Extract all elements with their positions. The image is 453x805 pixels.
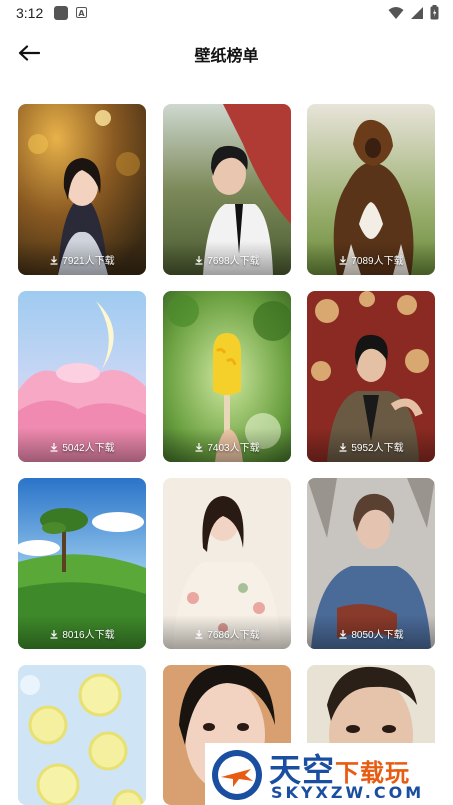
download-count: 8016人下载 [18,626,146,641]
download-icon [50,442,58,452]
download-icon [50,629,58,639]
wifi-icon [388,6,404,19]
wallpaper-thumbnail [18,665,146,805]
download-count-text: 8050人下载 [351,630,404,641]
download-count-text: 7089人下载 [351,256,404,267]
download-icon [195,629,203,639]
wallpaper-card[interactable]: 7089人下载 [307,104,435,275]
wallpaper-card[interactable]: 8016人下载 [18,478,146,649]
download-count: 7686人下载 [163,626,291,641]
download-count-text: 5042人下载 [62,443,115,454]
download-icon [339,255,347,265]
site-watermark: 天空下载玩 SKYXZW.COM [205,743,453,805]
download-count: 7921人下载 [18,252,146,267]
download-count-text: 7403人下载 [207,443,260,454]
download-icon [339,442,347,452]
download-icon [50,255,58,265]
download-count-text: 7686人下载 [207,630,260,641]
watermark-site: SKYXZW.COM [271,783,425,802]
download-icon [195,255,203,265]
download-count: 5042人下载 [18,439,146,454]
wallpaper-card[interactable]: 7686人下载 [163,478,291,649]
wallpaper-card[interactable]: 7698人下载 [163,104,291,275]
app-notification-icon [54,6,68,20]
download-count-text: 5952人下载 [351,443,404,454]
signal-icon [411,6,423,19]
battery-icon [430,5,439,20]
wallpaper-card[interactable]: 8050人下载 [307,478,435,649]
download-icon [195,442,203,452]
notification-a-icon: A [76,7,87,18]
wallpaper-card[interactable] [18,665,146,805]
download-count: 7089人下载 [307,252,435,267]
download-count: 5952人下载 [307,439,435,454]
download-icon [339,629,347,639]
wallpaper-card[interactable]: 5952人下载 [307,291,435,462]
app-bar: 壁纸榜单 [0,26,453,80]
download-count: 7403人下载 [163,439,291,454]
status-icons [388,5,439,20]
download-count-text: 8016人下载 [62,630,115,641]
download-count: 8050人下载 [307,626,435,641]
watermark-logo-icon [212,750,262,800]
download-count-text: 7698人下载 [207,256,260,267]
status-time: 3:12 [16,5,44,21]
download-count: 7698人下载 [163,252,291,267]
wallpaper-card[interactable]: 7921人下载 [18,104,146,275]
page-title: 壁纸榜单 [194,46,259,65]
wallpaper-card[interactable]: 7403人下载 [163,291,291,462]
download-count-text: 7921人下载 [62,256,115,267]
status-bar: 3:12 A [0,0,453,26]
wallpaper-card[interactable]: 5042人下载 [18,291,146,462]
